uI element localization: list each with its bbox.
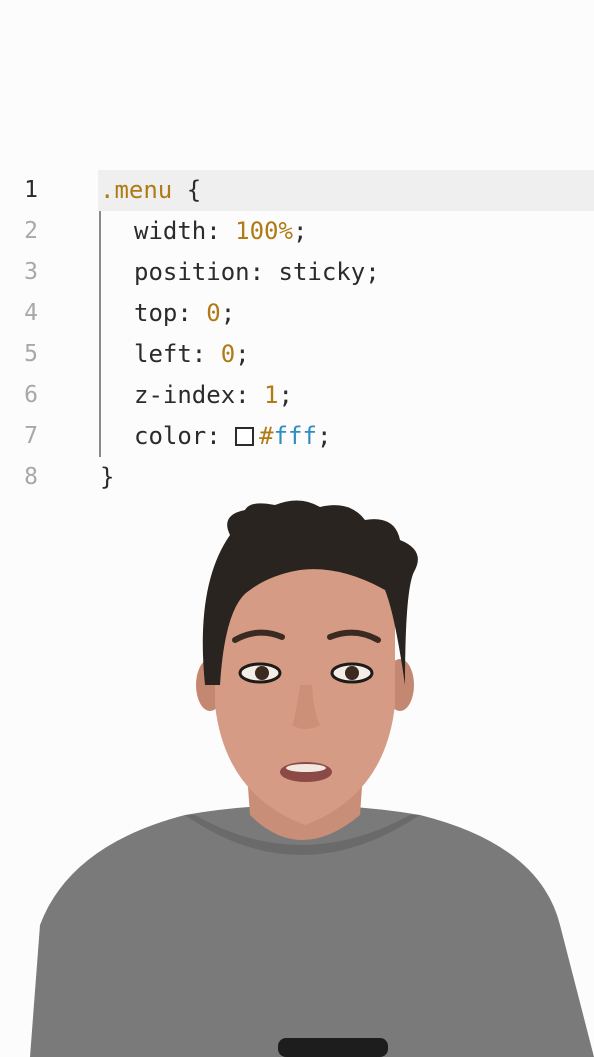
css-property: top: — [134, 299, 207, 327]
code-editor[interactable]: 1 .menu { 2 width: 100%; 3 position: sti… — [0, 170, 594, 500]
code-line-6[interactable]: 6 z-index: 1; — [0, 375, 594, 416]
hex-hash: # — [259, 422, 274, 450]
code-line-4[interactable]: 4 top: 0; — [0, 293, 594, 334]
microphone-icon — [278, 1038, 388, 1057]
code-text: width: 100%; — [134, 211, 307, 252]
css-property: position: sticky; — [134, 258, 380, 286]
css-property: z-index: — [134, 381, 265, 409]
css-value: 100% — [235, 217, 293, 245]
css-value: 0 — [206, 299, 221, 327]
open-brace: { — [172, 176, 202, 204]
presenter-shirt — [30, 805, 594, 1057]
code-line-8[interactable]: 8 } — [0, 457, 594, 498]
code-line-5[interactable]: 5 left: 0; — [0, 334, 594, 375]
line-number: 7 — [24, 423, 38, 449]
code-line-7[interactable]: 7 color: #fff; — [0, 416, 594, 457]
code-line-1[interactable]: 1 .menu { — [0, 170, 594, 211]
semicolon: ; — [220, 299, 236, 327]
hex-value: fff — [273, 422, 317, 450]
css-property: color: — [134, 422, 236, 450]
semicolon: ; — [278, 381, 293, 409]
semicolon: ; — [316, 422, 332, 450]
line-number: 8 — [24, 464, 38, 490]
close-brace: } — [100, 463, 115, 491]
line-number: 3 — [24, 259, 38, 285]
line-number: 1 — [24, 177, 38, 203]
code-text: color: #fff; — [134, 416, 331, 457]
code-text: .menu { — [100, 170, 201, 211]
line-number: 5 — [24, 341, 38, 367]
css-property: left: — [134, 340, 221, 368]
code-line-3[interactable]: 3 position: sticky; — [0, 252, 594, 293]
css-property: width: — [134, 217, 236, 245]
code-text: left: 0; — [134, 334, 250, 375]
code-text: } — [100, 457, 114, 498]
line-number: 2 — [24, 218, 38, 244]
line-number: 6 — [24, 382, 38, 408]
color-swatch-icon[interactable] — [235, 427, 255, 446]
code-line-2[interactable]: 2 width: 100%; — [0, 211, 594, 252]
presenter-video — [30, 500, 594, 1057]
css-value: 0 — [220, 340, 236, 368]
css-selector: .menu — [100, 176, 173, 204]
semicolon: ; — [235, 340, 250, 368]
semicolon: ; — [292, 217, 308, 245]
code-text: top: 0; — [134, 293, 235, 334]
css-value: 1 — [264, 381, 279, 409]
code-text: position: sticky; — [134, 252, 380, 293]
line-number: 4 — [24, 300, 38, 326]
code-text: z-index: 1; — [134, 375, 293, 416]
